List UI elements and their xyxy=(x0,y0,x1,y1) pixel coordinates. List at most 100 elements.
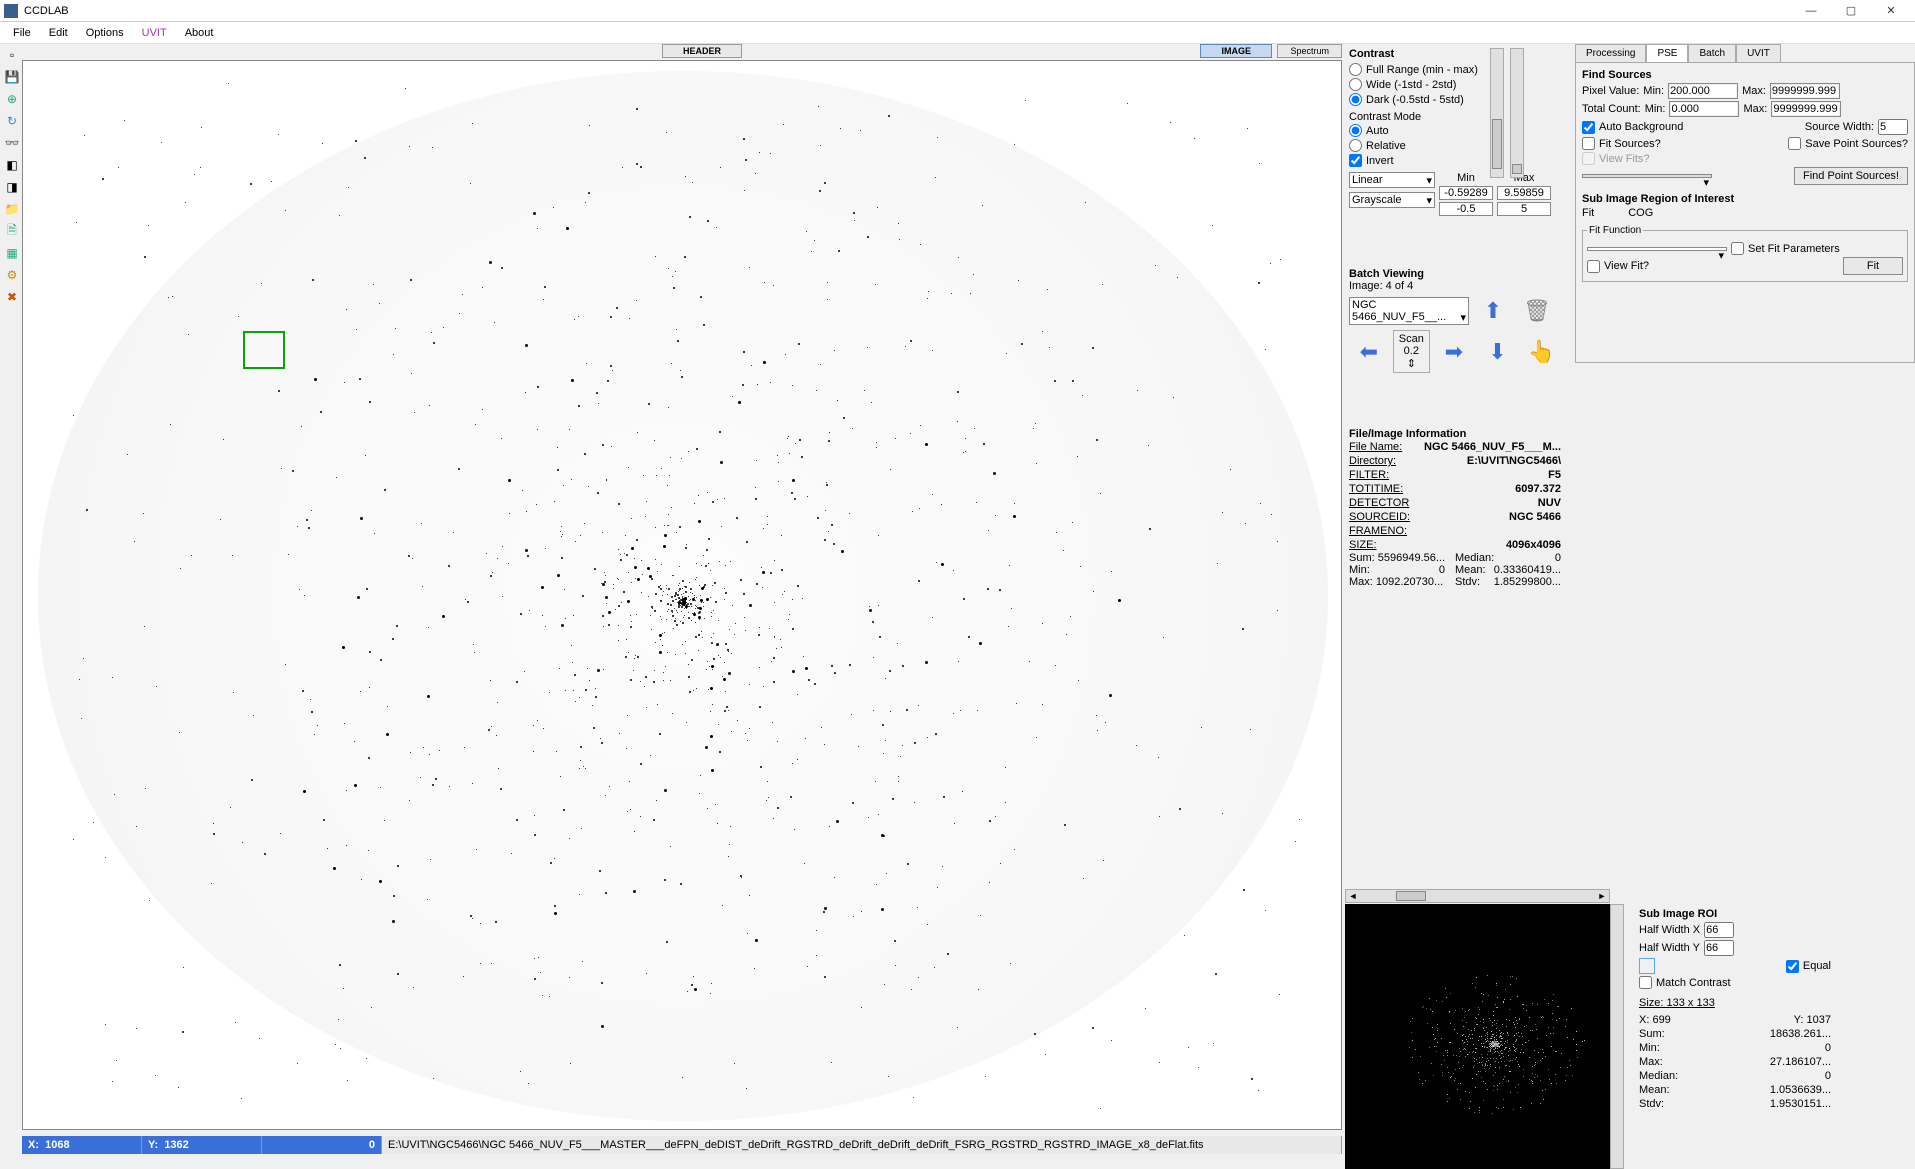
tool-icon-1[interactable]: ▫ xyxy=(3,46,21,64)
selection-box[interactable] xyxy=(243,331,285,369)
contrast-wide-radio[interactable] xyxy=(1349,78,1362,91)
refresh-icon[interactable]: ↻ xyxy=(3,112,21,130)
menu-uvit[interactable]: UVIT xyxy=(133,27,176,39)
min-input[interactable] xyxy=(1439,186,1493,200)
titlebar: CCDLAB — ▢ ✕ xyxy=(0,0,1915,22)
hwx-input[interactable] xyxy=(1704,922,1734,938)
contrast-scroll-1[interactable] xyxy=(1490,48,1504,178)
sub-stat-row: X: 699Y: 1037 xyxy=(1639,1013,1831,1027)
info-row: SOURCEID:NGC 5466 xyxy=(1349,510,1561,524)
sub-stat-row: Stdv:1.9530151... xyxy=(1639,1097,1831,1111)
close-button[interactable]: ✕ xyxy=(1871,1,1911,21)
max-input[interactable] xyxy=(1497,186,1551,200)
right-panel: Contrast Full Range (min - max) Wide (-1… xyxy=(1345,44,1915,1154)
batch-file-combo[interactable]: NGC 5466_NUV_F5__... xyxy=(1349,297,1469,325)
contrast-dark-radio[interactable] xyxy=(1349,93,1362,106)
binoculars-icon[interactable]: 👓 xyxy=(3,134,21,152)
pv-max-input[interactable] xyxy=(1772,85,1838,97)
tab-batch[interactable]: Batch xyxy=(1688,44,1736,62)
roi-title: Sub Image Region of Interest xyxy=(1582,193,1908,205)
tool-icon-7[interactable]: ◨ xyxy=(3,178,21,196)
info-row: FRAMENO: xyxy=(1349,524,1561,538)
toolbar-left: ▫ 💾 ⊕ ↻ 👓 ◧ ◨ 📁 🗎 ▦ ⚙ ✖ xyxy=(1,44,21,308)
tc-max-input[interactable] xyxy=(1773,103,1839,115)
minimize-button[interactable]: — xyxy=(1791,1,1831,21)
tab-uvit[interactable]: UVIT xyxy=(1736,44,1781,62)
menu-edit[interactable]: Edit xyxy=(40,27,77,39)
image-tab[interactable]: IMAGE xyxy=(1200,44,1272,58)
menu-file[interactable]: File xyxy=(4,27,40,39)
sub-image-view[interactable] xyxy=(1345,904,1610,1169)
max-round-input[interactable] xyxy=(1497,202,1551,216)
fileinfo-title: File/Image Information xyxy=(1349,428,1561,440)
auto-bg-checkbox[interactable] xyxy=(1582,121,1595,134)
batch-count: Image: 4 of 4 xyxy=(1349,280,1561,292)
contrast-title: Contrast xyxy=(1349,48,1561,60)
sub-image-vscroll[interactable] xyxy=(1610,904,1624,1169)
header-tab[interactable]: HEADER xyxy=(662,44,742,58)
status-y: Y: 1362 xyxy=(142,1136,262,1154)
gear-icon[interactable]: ⚙ xyxy=(3,266,21,284)
file-info-panel: File/Image Information File Name:NGC 546… xyxy=(1345,424,1565,592)
fit-type-combo[interactable] xyxy=(1582,174,1712,178)
tool-icon-10[interactable]: ▦ xyxy=(3,244,21,262)
window-title: CCDLAB xyxy=(24,5,1791,17)
sub-roi-panel: Sub Image ROI Half Width X Half Width Y … xyxy=(1635,904,1835,1115)
min-round-input[interactable] xyxy=(1439,202,1493,216)
save-icon[interactable]: 💾 xyxy=(3,68,21,86)
pv-min-input[interactable] xyxy=(1670,85,1736,97)
info-row: DETECTORNUV xyxy=(1349,496,1561,510)
sub-stat-row: Median:0 xyxy=(1639,1069,1831,1083)
colormap-combo[interactable]: Grayscale xyxy=(1349,192,1435,208)
add-icon[interactable]: ⊕ xyxy=(3,90,21,108)
invert-checkbox[interactable] xyxy=(1349,154,1362,167)
set-params-checkbox[interactable] xyxy=(1731,242,1744,255)
trash-icon[interactable]: 🗑 xyxy=(1517,294,1557,328)
hwy-input[interactable] xyxy=(1704,940,1734,956)
tool-icon-9[interactable]: 🗎 xyxy=(3,222,21,240)
contrast-relative-radio[interactable] xyxy=(1349,139,1362,152)
view-fit-checkbox[interactable] xyxy=(1587,260,1600,273)
maximize-button[interactable]: ▢ xyxy=(1831,1,1871,21)
fit-fn-combo[interactable] xyxy=(1587,247,1727,251)
roi-color-icon[interactable] xyxy=(1639,958,1655,974)
close-tool-icon[interactable]: ✖ xyxy=(3,288,21,306)
main-area: HEADER IMAGE Spectrum X: 1068 Y: 1362 0 … xyxy=(22,44,1342,1154)
sub-size: Size: 133 x 133 xyxy=(1639,997,1831,1009)
sub-image-hscroll[interactable]: ◄► xyxy=(1345,889,1610,903)
sub-stat-row: Mean:1.0536639... xyxy=(1639,1083,1831,1097)
up-arrow-icon[interactable]: ⬆ xyxy=(1473,294,1513,328)
find-sources-button[interactable]: Find Point Sources! xyxy=(1794,167,1908,185)
spectrum-tab[interactable]: Spectrum xyxy=(1277,44,1342,58)
right-arrow-icon[interactable]: ➡ xyxy=(1434,335,1474,369)
hand-icon[interactable]: 👆 xyxy=(1521,335,1561,369)
folder-icon[interactable]: 📁 xyxy=(3,200,21,218)
src-width-input[interactable] xyxy=(1878,119,1908,135)
info-row: File Name:NGC 5466_NUV_F5___M... xyxy=(1349,440,1561,454)
scale-combo[interactable]: Linear xyxy=(1349,172,1435,188)
image-view[interactable] xyxy=(22,60,1342,1130)
tool-icon-6[interactable]: ◧ xyxy=(3,156,21,174)
tab-pse[interactable]: PSE xyxy=(1646,44,1688,62)
down-arrow-icon[interactable]: ⬇ xyxy=(1478,335,1518,369)
tc-min-input[interactable] xyxy=(1671,103,1737,115)
tabs-panel: Processing PSE Batch UVIT Find Sources P… xyxy=(1575,44,1915,363)
status-x: X: 1068 xyxy=(22,1136,142,1154)
contrast-scroll-2[interactable] xyxy=(1510,48,1524,178)
menu-options[interactable]: Options xyxy=(77,27,133,39)
statusbar: X: 1068 Y: 1362 0 E:\UVIT\NGC5466\NGC 54… xyxy=(22,1136,1342,1154)
fit-sources-checkbox[interactable] xyxy=(1582,137,1595,150)
match-contrast-checkbox[interactable] xyxy=(1639,976,1652,989)
left-arrow-icon[interactable]: ⬅ xyxy=(1349,335,1389,369)
view-fits-checkbox xyxy=(1582,152,1595,165)
menu-about[interactable]: About xyxy=(176,27,223,39)
equal-checkbox[interactable] xyxy=(1786,960,1799,973)
fit-button[interactable]: Fit xyxy=(1843,257,1903,275)
contrast-auto-radio[interactable] xyxy=(1349,124,1362,137)
find-sources-title: Find Sources xyxy=(1582,69,1908,81)
save-ps-checkbox[interactable] xyxy=(1788,137,1801,150)
tab-processing[interactable]: Processing xyxy=(1575,44,1646,62)
contrast-full-radio[interactable] xyxy=(1349,63,1362,76)
status-path: E:\UVIT\NGC5466\NGC 5466_NUV_F5___MASTER… xyxy=(382,1136,1342,1154)
app-icon xyxy=(4,4,18,18)
